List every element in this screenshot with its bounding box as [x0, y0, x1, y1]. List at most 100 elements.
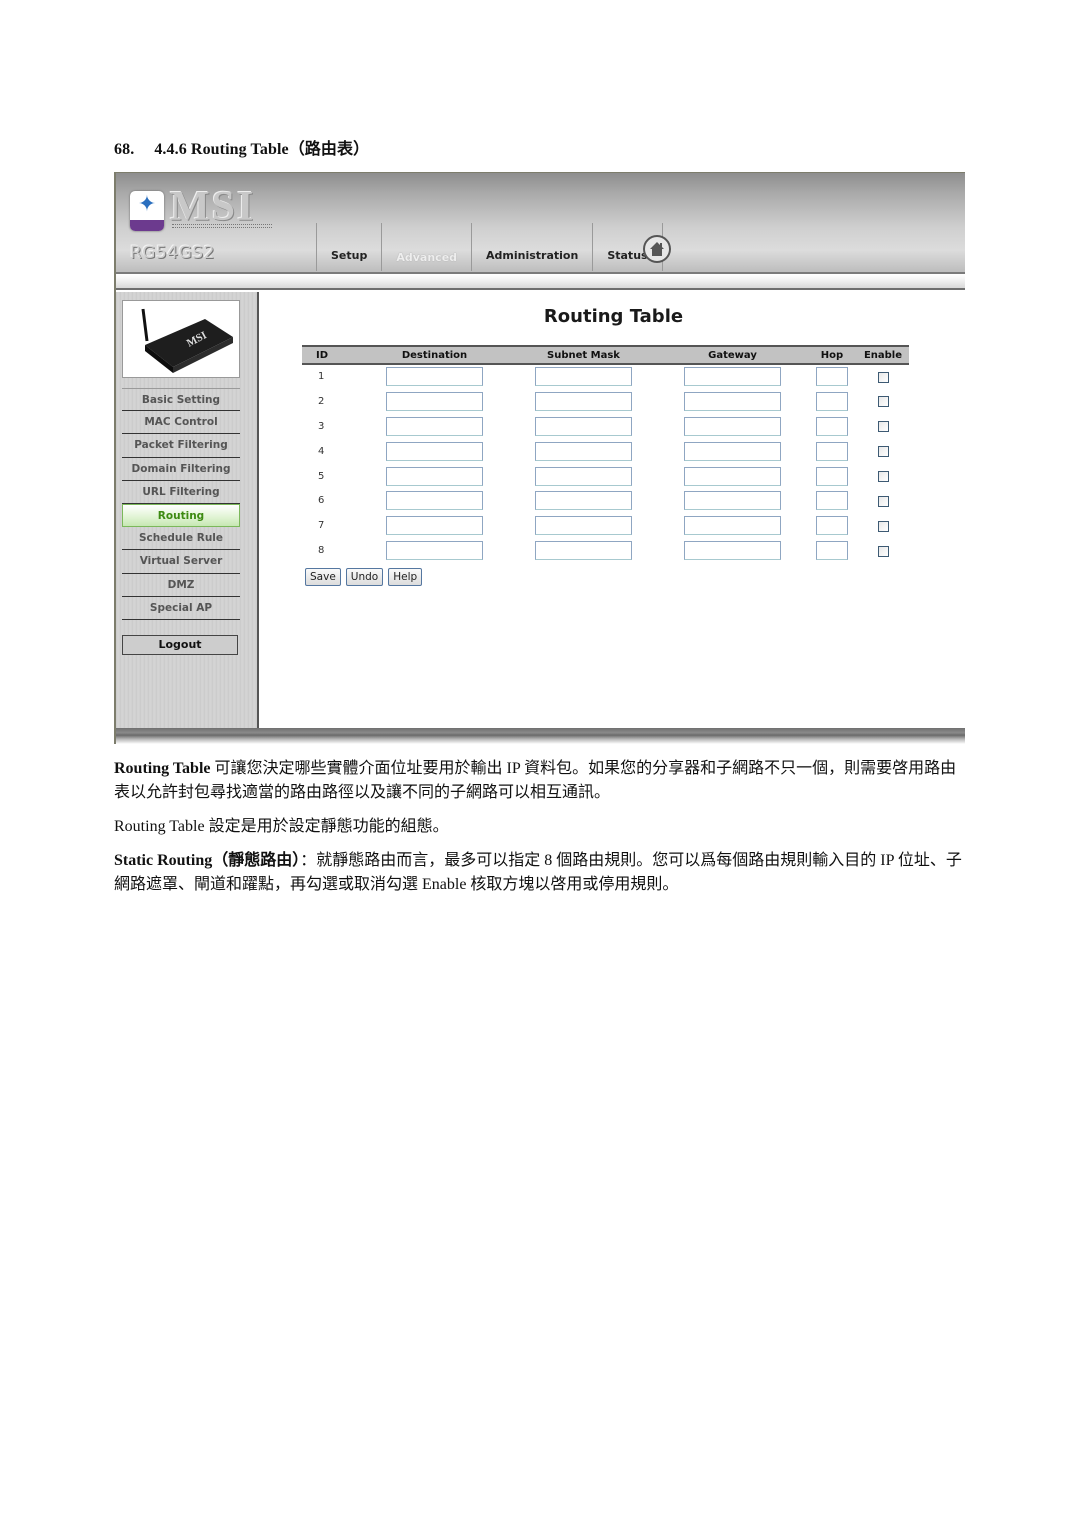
table-row: 8 [302, 538, 909, 563]
subnet-mask-input[interactable] [535, 441, 632, 461]
undo-button[interactable]: Undo [345, 568, 384, 586]
table-row: 7 [302, 513, 909, 538]
row-id: 3 [318, 420, 325, 432]
row-id: 6 [318, 495, 325, 507]
destination-input[interactable] [386, 391, 483, 411]
hop-input[interactable] [816, 491, 848, 511]
subnet-mask-input[interactable] [535, 491, 632, 511]
sidebar-item-basic-setting[interactable]: Basic Setting [122, 388, 240, 412]
row-id: 2 [318, 395, 325, 407]
enable-checkbox[interactable] [877, 396, 889, 408]
section-heading: 68. 4.4.6 Routing Table（路由表） [114, 135, 369, 159]
subnet-mask-input[interactable] [535, 391, 632, 411]
sidebar-item-special-ap[interactable]: Special AP [122, 597, 240, 620]
table-row: 5 [302, 464, 909, 489]
destination-input[interactable] [386, 367, 483, 387]
hop-input[interactable] [816, 367, 848, 387]
enable-checkbox[interactable] [877, 445, 889, 457]
hop-input[interactable] [816, 541, 848, 561]
gateway-input[interactable] [684, 491, 781, 511]
page-title: Routing Table [543, 306, 684, 327]
column-header-gateway: Gateway [658, 345, 807, 365]
save-button[interactable]: Save [305, 568, 341, 586]
logout-button[interactable]: Logout [122, 635, 238, 655]
section-title: 4.4.6 Routing Table（路由表） [154, 141, 370, 158]
sidebar-item-url-filtering[interactable]: URL Filtering [122, 481, 240, 504]
gateway-input[interactable] [684, 441, 781, 461]
action-buttons: Save Undo Help [305, 568, 423, 586]
model-name: RG54GS2 [130, 243, 215, 263]
sidebar-item-mac-control[interactable]: MAC Control [122, 411, 240, 435]
destination-input[interactable] [386, 416, 483, 436]
enable-checkbox[interactable] [877, 470, 889, 482]
sidebar-item-packet-filtering[interactable]: Packet Filtering [122, 434, 240, 458]
help-button[interactable]: Help [388, 568, 423, 586]
destination-input[interactable] [386, 541, 483, 561]
enable-checkbox[interactable] [877, 495, 889, 507]
brand-tagline [172, 224, 272, 228]
column-header-id: ID [302, 345, 360, 365]
subnet-mask-input[interactable] [535, 541, 632, 561]
paragraph-routing-table-purpose: Routing Table 設定是用於設定靜態功能的組態。 [114, 815, 966, 839]
router-device-image: MSI [122, 300, 240, 378]
brand-logo: MSI [170, 184, 256, 230]
subnet-mask-input[interactable] [535, 466, 632, 486]
column-header-hop: Hop [807, 345, 857, 365]
sub-banner [116, 272, 965, 290]
sidebar-nav: Basic Setting MAC Control Packet Filteri… [122, 388, 240, 620]
sidebar-item-routing[interactable]: Routing [122, 503, 240, 528]
destination-input[interactable] [386, 516, 483, 536]
subnet-mask-input[interactable] [535, 367, 632, 387]
sidebar-item-dmz[interactable]: DMZ [122, 574, 240, 597]
home-icon[interactable] [643, 235, 671, 263]
row-id: 7 [318, 520, 325, 532]
table-row: 4 [302, 439, 909, 464]
paragraph-text: 可讓您決定哪些實體介面位址要用於輸出 IP 資料包。如果您的分享器和子網路不只一… [114, 760, 957, 801]
enable-checkbox[interactable] [877, 371, 889, 383]
subnet-mask-input[interactable] [535, 416, 632, 436]
destination-input[interactable] [386, 441, 483, 461]
destination-input[interactable] [386, 466, 483, 486]
main-content: Routing Table ID Destination Subnet Mask… [262, 292, 965, 728]
gateway-input[interactable] [684, 541, 781, 561]
hop-input[interactable] [816, 466, 848, 486]
row-id: 8 [318, 545, 325, 557]
paragraph-static-routing: Static Routing（靜態路由）：就靜態路由而言，最多可以指定 8 個路… [114, 849, 966, 897]
bottom-banner [116, 728, 965, 744]
hop-input[interactable] [816, 441, 848, 461]
sidebar: MSI Basic Setting MAC Control Packet Fil… [116, 292, 259, 728]
column-header-destination: Destination [360, 345, 509, 365]
tab-administration[interactable]: Administration [471, 223, 592, 271]
routing-table-body: 1 2 3 4 5 6 7 8 [302, 364, 909, 563]
house-glyph [650, 242, 664, 256]
term-static-routing: Static Routing（靜態路由） [114, 852, 301, 869]
table-row: 6 [302, 488, 909, 513]
hop-input[interactable] [816, 516, 848, 536]
hop-input[interactable] [816, 391, 848, 411]
sidebar-item-virtual-server[interactable]: Virtual Server [122, 550, 240, 574]
paragraph-routing-table-intro: Routing Table 可讓您決定哪些實體介面位址要用於輸出 IP 資料包。… [114, 757, 966, 805]
main-tabs: Setup Advanced Administration Status [316, 223, 663, 271]
table-row: 1 [302, 364, 909, 389]
tab-advanced[interactable]: Advanced [381, 223, 471, 271]
enable-checkbox[interactable] [877, 421, 889, 433]
msi-star-badge-icon: ✦ [130, 191, 164, 231]
tab-setup[interactable]: Setup [316, 223, 381, 271]
destination-input[interactable] [386, 491, 483, 511]
gateway-input[interactable] [684, 391, 781, 411]
gateway-input[interactable] [684, 367, 781, 387]
sidebar-item-domain-filtering[interactable]: Domain Filtering [122, 458, 240, 481]
gateway-input[interactable] [684, 466, 781, 486]
term-routing-table: Routing Table [114, 760, 211, 777]
gateway-input[interactable] [684, 416, 781, 436]
column-header-enable: Enable [857, 345, 909, 365]
subnet-mask-input[interactable] [535, 516, 632, 536]
gateway-input[interactable] [684, 516, 781, 536]
enable-checkbox[interactable] [877, 520, 889, 532]
router-ui-screenshot: ✦ MSI RG54GS2 Setup Advanced Administrat… [114, 172, 965, 744]
hop-input[interactable] [816, 416, 848, 436]
row-id: 1 [318, 371, 325, 383]
top-banner: ✦ MSI RG54GS2 Setup Advanced Administrat… [116, 172, 965, 272]
sidebar-item-schedule-rule[interactable]: Schedule Rule [122, 527, 240, 551]
enable-checkbox[interactable] [877, 545, 889, 557]
